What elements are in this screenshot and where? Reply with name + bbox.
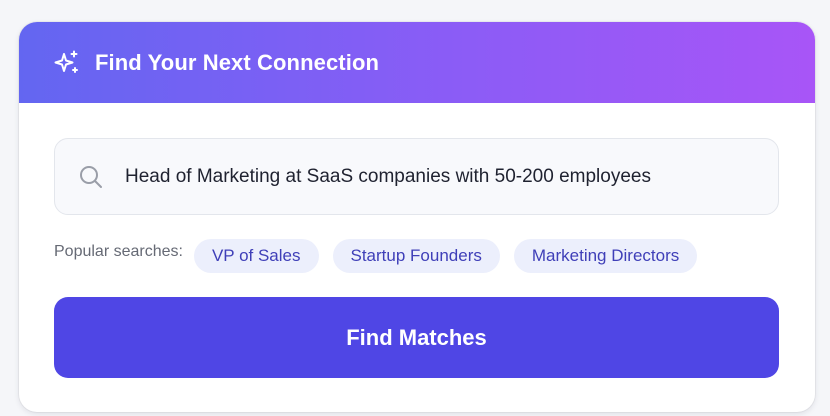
card-body: Popular searches: VP of Sales Startup Fo… [19, 103, 815, 378]
chip-startup-founders[interactable]: Startup Founders [332, 239, 500, 273]
find-matches-button[interactable]: Find Matches [54, 297, 779, 378]
chip-marketing-directors[interactable]: Marketing Directors [513, 239, 698, 273]
popular-searches-label: Popular searches: [54, 243, 183, 260]
connection-search-card: Find Your Next Connection Popular search… [19, 22, 815, 412]
header-title: Find Your Next Connection [95, 49, 380, 75]
popular-searches: Popular searches: VP of Sales Startup Fo… [54, 239, 780, 273]
search-icon [78, 164, 104, 190]
sparkle-icon [53, 49, 81, 77]
card-header: Find Your Next Connection [19, 22, 815, 103]
search-box[interactable] [54, 138, 779, 215]
search-input[interactable] [125, 139, 778, 214]
chip-vp-of-sales[interactable]: VP of Sales [193, 239, 319, 273]
